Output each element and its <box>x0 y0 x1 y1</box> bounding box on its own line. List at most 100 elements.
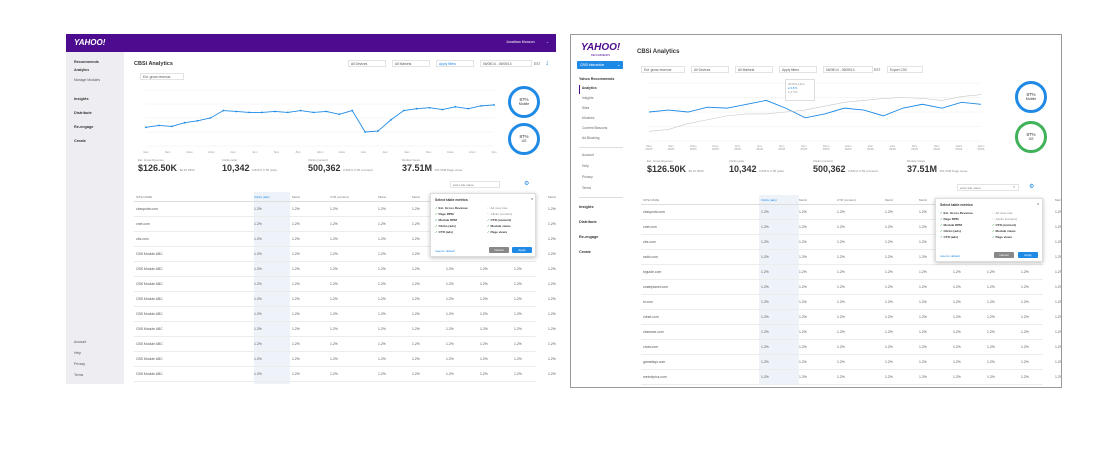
data-point[interactable] <box>480 104 483 107</box>
metric-checkbox[interactable]: ✓ Page RPM <box>435 212 454 216</box>
search-icon[interactable]: ⌕ <box>1013 184 1015 189</box>
metric-checkbox[interactable]: ✓ CTR (content) <box>992 223 1016 227</box>
column-header[interactable]: CTR (content) <box>837 198 856 202</box>
nav-distribute[interactable]: Distribute <box>74 111 92 115</box>
data-point[interactable] <box>377 130 379 132</box>
nav-item[interactable]: Ad Blocking <box>582 136 599 140</box>
nav-item[interactable]: Privacy <box>582 175 593 179</box>
apply-filters-button[interactable]: Apply filters <box>436 60 474 67</box>
data-point[interactable] <box>441 108 444 111</box>
reset-default-link[interactable]: reset to default <box>940 254 960 258</box>
close-icon[interactable]: × <box>531 196 533 201</box>
nav-item[interactable]: Account <box>582 153 594 157</box>
table-row[interactable]: CBS Module ABC 1.2% 1.2% 1.2% 1.2% 1.2% 1.2% 1.… <box>134 367 556 382</box>
metric-checkbox[interactable]: ✓ Module RPM <box>940 223 962 227</box>
metric-checkbox[interactable]: ✓ Module RPM <box>435 218 457 222</box>
data-point[interactable] <box>183 121 186 124</box>
nav-item[interactable]: Modules <box>582 116 594 120</box>
data-point[interactable] <box>248 111 251 114</box>
apply-filters-button[interactable]: Apply filters <box>779 66 817 73</box>
table-row[interactable]: CBS Module ABC 1.2% 1.2% 1.2% 1.2% 1.2% 1.2% 1.… <box>134 352 556 367</box>
column-header[interactable]: Metric <box>412 195 420 199</box>
cancel-button[interactable]: Cancel <box>489 247 509 253</box>
metric-checkbox[interactable]: ✓ Module views <box>992 229 1016 233</box>
cancel-button[interactable]: Cancel <box>994 252 1014 258</box>
nav-reengage[interactable]: Re-engage <box>74 125 93 129</box>
data-point[interactable] <box>325 110 328 113</box>
nav-account[interactable]: Account <box>74 340 86 344</box>
data-point[interactable] <box>338 113 341 116</box>
data-point[interactable] <box>312 111 315 114</box>
data-point[interactable] <box>389 118 392 121</box>
table-row[interactable]: CBS Module ABC 1.2% 1.2% 1.2% 1.2% 1.2% 1.2% 1.… <box>134 307 556 322</box>
nav-privacy[interactable]: Privacy <box>74 362 85 366</box>
metric-checkbox[interactable]: ✓ Clicks (ads) <box>435 224 456 228</box>
export-csv-button[interactable]: Export CSV <box>887 66 923 73</box>
metric-select[interactable]: Est. gross revenue <box>140 73 184 80</box>
column-header[interactable]: Metric <box>292 195 300 199</box>
metric-checkbox[interactable]: ✓ Est. Gross Revenue <box>940 211 973 215</box>
table-row[interactable]: CBS Module ABC 1.2% 1.2% 1.2% 1.2% 1.2% 1.2% 1.… <box>134 292 556 307</box>
table-row[interactable]: chow.com 1.2% 1.2% 1.2% 1.2% 1.2% 1.2% 1.2% 1.2%… <box>641 340 1061 355</box>
metric-checkbox[interactable]: ✓ Module views <box>487 224 511 228</box>
nav-item[interactable]: Sites <box>582 106 589 110</box>
table-row[interactable]: gamefaqs.com 1.2% 1.2% 1.2% 1.2% 1.2% 1.2% 1.2%… <box>641 355 1061 370</box>
devices-select[interactable]: All Devices <box>348 60 386 67</box>
table-row[interactable]: CBS Module ABC 1.2% 1.2% 1.2% 1.2% 1.2% 1.2% 1.… <box>134 277 556 292</box>
site-search-input[interactable] <box>450 181 500 188</box>
nav-section[interactable]: Create <box>579 250 591 254</box>
close-icon[interactable]: × <box>1037 201 1039 206</box>
date-range-select[interactable]: 06/05/14 - 06/05/14 <box>480 60 532 67</box>
data-point[interactable] <box>209 117 212 119</box>
table-row[interactable]: CBS Module ABC 1.2% 1.2% 1.2% 1.2% 1.2% 1.2% 1.… <box>134 322 556 337</box>
data-point[interactable] <box>351 109 354 112</box>
nav-create[interactable]: Create <box>74 139 86 143</box>
table-row[interactable]: smartplanet.com 1.2% 1.2% 1.2% 1.2% 1.2% 1.2% 1… <box>641 280 1061 295</box>
data-point[interactable] <box>493 104 495 106</box>
metric-checkbox[interactable]: ✓ Page views <box>992 235 1012 239</box>
data-point[interactable] <box>454 105 457 108</box>
devices-select[interactable]: All Devices <box>691 66 729 73</box>
chevron-down-icon[interactable]: ⌄ <box>617 62 620 67</box>
metric-checkbox[interactable]: ✓ Est. Gross Revenue <box>435 206 468 210</box>
table-row[interactable]: tv.com 1.2% 1.2% 1.2% 1.2% 1.2% 1.2% 1.2% 1.2% 1.… <box>641 295 1061 310</box>
table-row[interactable]: tvguide.com 1.2% 1.2% 1.2% 1.2% 1.2% 1.2% 1.2% 1… <box>641 265 1061 280</box>
column-header[interactable]: Metric <box>1055 198 1061 202</box>
nav-section[interactable]: Insights <box>579 205 594 209</box>
nav-terms[interactable]: Terms <box>74 373 83 377</box>
nav-insights[interactable]: Insights <box>74 97 89 101</box>
markets-select[interactable]: All Markets <box>735 66 773 73</box>
column-header[interactable]: Clicks (ads) <box>761 198 777 202</box>
data-point[interactable] <box>402 109 405 112</box>
metric-checkbox[interactable]: ☐ Clicks (content) <box>992 217 1017 221</box>
apply-button[interactable]: Apply <box>512 247 532 253</box>
nav-help[interactable]: Help <box>74 351 81 355</box>
data-point[interactable] <box>235 110 238 113</box>
site-search-input[interactable] <box>957 184 1019 191</box>
date-range-select[interactable]: 06/05/14 - 06/05/14 <box>823 66 873 73</box>
nav-item[interactable]: Content Beacons <box>582 126 607 130</box>
table-row[interactable]: metrolyrics.com 1.2% 1.2% 1.2% 1.2% 1.2% 1.2% 1… <box>641 370 1061 385</box>
column-header[interactable]: Metric <box>799 198 807 202</box>
column-header[interactable]: Metric <box>548 195 556 199</box>
column-header[interactable]: Clicks (ads) <box>254 195 270 199</box>
table-row[interactable]: CBS Module ABC 1.2% 1.2% 1.2% 1.2% 1.2% 1.2% 1.… <box>134 262 556 277</box>
gear-icon[interactable]: ⚙ <box>524 180 529 187</box>
table-row[interactable]: cbsnews.com 1.2% 1.2% 1.2% 1.2% 1.2% 1.2% 1.2% 1… <box>641 325 1061 340</box>
metric-checkbox[interactable]: ✓ CTR (ads) <box>940 235 958 239</box>
table-row[interactable]: zdnet.com 1.2% 1.2% 1.2% 1.2% 1.2% 1.2% 1.2% 1.2… <box>641 310 1061 325</box>
data-point[interactable] <box>273 110 276 113</box>
metric-checkbox[interactable]: ☐ Ad view rate <box>992 211 1013 215</box>
nav-item[interactable]: Terms <box>582 186 591 190</box>
reset-default-link[interactable]: reset to default <box>435 249 455 253</box>
metric-checkbox[interactable]: ✓ Page views <box>487 230 507 234</box>
metric-checkbox[interactable]: ✓ CTR (content) <box>487 218 511 222</box>
data-point[interactable] <box>364 131 367 133</box>
markets-select[interactable]: All Markets <box>392 60 430 67</box>
data-point[interactable] <box>222 109 225 112</box>
gear-icon[interactable]: ⚙ <box>1029 183 1034 190</box>
data-point[interactable] <box>170 125 173 128</box>
user-menu[interactable]: Jonathan Monzon <box>506 40 535 44</box>
apply-button[interactable]: Apply <box>1018 252 1038 258</box>
nav-item[interactable]: Help <box>582 164 589 168</box>
